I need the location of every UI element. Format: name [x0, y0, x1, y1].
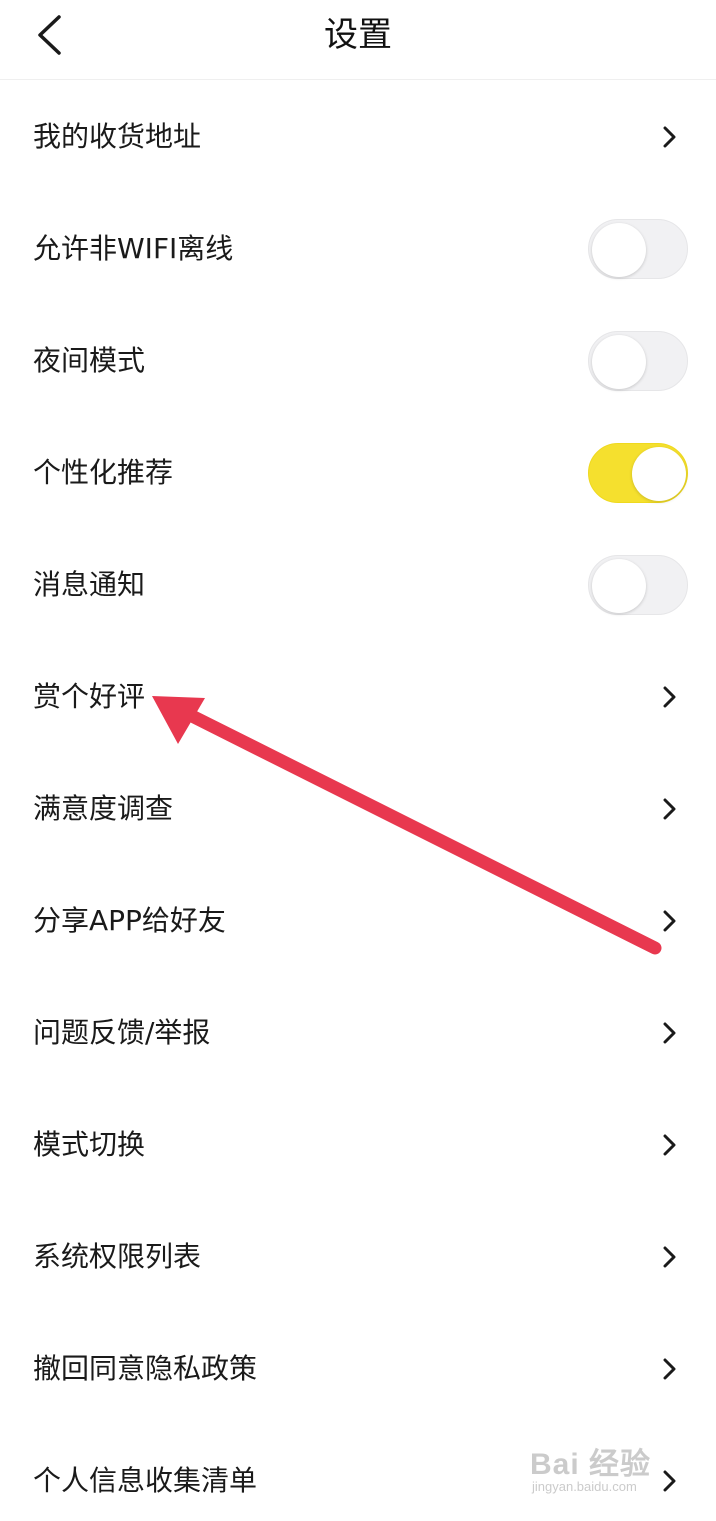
settings-row[interactable]: 消息通知: [0, 529, 716, 641]
settings-row[interactable]: 问题反馈/举报: [0, 977, 716, 1089]
settings-list: 我的收货地址 允许非WIFI离线 夜间模式个性化推荐消息通知赏个好评满意度调查分享A…: [0, 81, 716, 1521]
settings-row-label: 个人信息收集清单: [33, 1464, 258, 1497]
watermark-logo: Bai 经验 jingyan.baidu.com: [530, 1433, 680, 1503]
toggle-switch[interactable]: [588, 219, 688, 279]
page-title: 设置: [324, 15, 392, 55]
settings-row-label: 撤回同意隐私政策: [33, 1352, 258, 1385]
settings-row[interactable]: 模式切换: [0, 1089, 716, 1201]
settings-row-label: 满意度调查: [33, 792, 174, 825]
settings-row-label: 我的收货地址: [33, 120, 202, 153]
toggle-knob: [592, 223, 646, 277]
settings-row[interactable]: 个性化推荐: [0, 417, 716, 529]
toggle-switch[interactable]: [588, 555, 688, 615]
watermark-brand: Bai 经验: [530, 1448, 652, 1481]
chevron-right-icon: [663, 798, 676, 820]
chevron-right-icon: [663, 910, 676, 932]
toggle-switch[interactable]: [588, 443, 688, 503]
toggle-knob: [592, 559, 646, 613]
toggle-switch[interactable]: [588, 331, 688, 391]
chevron-right-icon: [663, 1246, 676, 1268]
chevron-right-icon: [663, 126, 676, 148]
toggle-knob: [632, 447, 686, 501]
settings-row-label: 消息通知: [33, 568, 146, 601]
settings-row-label: 个性化推荐: [33, 456, 174, 489]
settings-row-label: 问题反馈/举报: [33, 1016, 211, 1049]
settings-row[interactable]: 允许非WIFI离线: [0, 193, 716, 305]
settings-row[interactable]: 我的收货地址: [0, 81, 716, 193]
settings-row-label: 系统权限列表: [33, 1240, 202, 1273]
settings-row[interactable]: 夜间模式: [0, 305, 716, 417]
settings-row-label: 分享APP给好友: [33, 904, 226, 937]
settings-row[interactable]: 分享APP给好友: [0, 865, 716, 977]
toggle-knob: [592, 335, 646, 389]
watermark-url: jingyan.baidu.com: [532, 1479, 637, 1494]
settings-row-label: 夜间模式: [33, 344, 146, 377]
chevron-right-icon: [663, 1022, 676, 1044]
chevron-right-icon: [663, 1134, 676, 1156]
settings-screen: 设置 我的收货地址 允许非WIFI离线 夜间模式个性化推荐消息通知赏个好评满意度调查…: [0, 0, 716, 1521]
settings-row-label: 模式切换: [33, 1128, 146, 1161]
settings-row-label: 允许非WIFI离线: [33, 232, 234, 265]
chevron-right-icon: [663, 1358, 676, 1380]
settings-row[interactable]: 满意度调查: [0, 753, 716, 865]
chevron-right-icon: [663, 686, 676, 708]
settings-row[interactable]: 赏个好评: [0, 641, 716, 753]
settings-row[interactable]: 撤回同意隐私政策: [0, 1313, 716, 1425]
top-bar: 设置: [0, 0, 716, 80]
settings-row-label: 赏个好评: [33, 680, 146, 713]
settings-row[interactable]: 系统权限列表: [0, 1201, 716, 1313]
